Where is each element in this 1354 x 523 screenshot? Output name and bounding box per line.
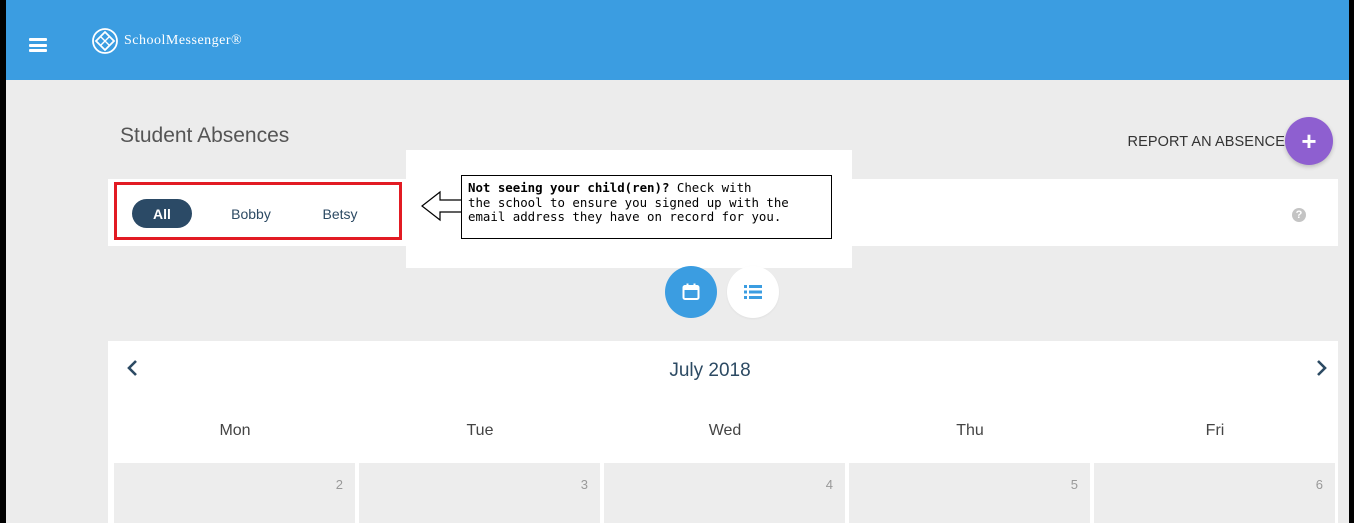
chevron-left-icon <box>127 359 137 376</box>
list-view-button[interactable] <box>727 266 779 318</box>
callout-line2: the school to ensure you signed up with … <box>468 194 789 210</box>
question-icon[interactable]: ? <box>1292 208 1306 222</box>
day-number: 3 <box>580 477 588 492</box>
chevron-right-icon <box>1317 359 1327 376</box>
weekday-tue: Tue <box>466 422 494 439</box>
day-cell[interactable]: 2 <box>114 463 355 523</box>
day-cell[interactable]: 3 <box>359 463 600 523</box>
brand-logo-text: SchoolMessenger® <box>124 33 243 48</box>
callout-bold: Not seeing your child(ren)? <box>468 180 670 195</box>
plus-icon: + <box>1301 126 1317 156</box>
menu-icon[interactable] <box>29 38 47 52</box>
day-number: 5 <box>1070 477 1078 492</box>
logo-icon <box>92 28 118 54</box>
callout-line3: email address they have on record for yo… <box>468 209 782 224</box>
month-title: July 2018 <box>669 360 751 381</box>
day-number: 4 <box>825 477 833 492</box>
callout-line1: Check with <box>676 180 752 195</box>
filter-highlight-box <box>114 182 402 240</box>
weekday-thu: Thu <box>956 422 984 439</box>
day-number: 2 <box>335 477 343 492</box>
arrow-left-icon <box>421 190 463 222</box>
app-frame: SchoolMessenger® Student Absences REPORT… <box>6 0 1349 523</box>
callout-message: Not seeing your child(ren)? Check with t… <box>461 175 832 239</box>
weekday-wed: Wed <box>708 422 742 439</box>
day-number: 6 <box>1315 477 1323 492</box>
next-month-button[interactable] <box>1306 354 1336 384</box>
day-cell[interactable]: 6 <box>1094 463 1335 523</box>
report-absence-button[interactable]: + <box>1285 117 1333 165</box>
top-bar: SchoolMessenger® <box>6 0 1349 80</box>
page-title: Student Absences <box>120 124 290 147</box>
calendar-icon <box>682 283 700 300</box>
weekday-mon: Mon <box>219 422 251 439</box>
calendar-view-button[interactable] <box>665 266 717 318</box>
previous-month-button[interactable] <box>118 354 148 384</box>
day-cell[interactable]: 5 <box>849 463 1090 523</box>
list-icon <box>744 285 762 299</box>
day-cell[interactable]: 4 <box>604 463 845 523</box>
weekday-fri: Fri <box>1205 422 1225 439</box>
report-absence-label[interactable]: REPORT AN ABSENCE <box>1128 134 1286 150</box>
